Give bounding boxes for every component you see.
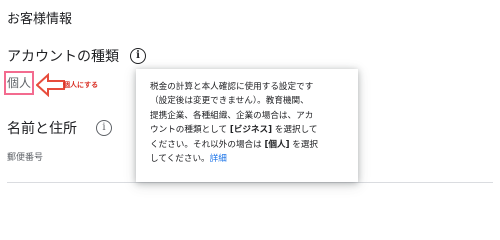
account-type-label: アカウントの種類 [7,49,119,65]
individual-option-text: [個人] [264,139,290,150]
tooltip-text: を選択して [272,125,318,136]
annotation-text: 個人にする [63,81,99,89]
business-option-text: [ビジネス] [229,125,273,136]
account-type-row: アカウントの種類 i [7,46,146,66]
account-type-value[interactable]: 個人 [4,71,34,95]
info-icon[interactable]: i [96,120,112,136]
tooltip-text: を選択 [289,139,319,150]
left-arrow-annotation-icon [36,73,65,97]
tooltip-line: ウントの種類として [ビジネス] を選択して [150,123,348,137]
tooltip-line: 提携企業、各種組織、企業の場合は、アカ [150,110,314,121]
account-type-tooltip: 税金の計算と本人確認に使用する設定です （設定後は変更できません）。教育機関、 … [136,69,358,182]
info-icon[interactable]: i [130,48,146,64]
tooltip-text: ウントの種類として [150,125,230,136]
tooltip-line: ください。それ以外の場合は [個人] を選択 [150,138,348,152]
tooltip-line: （設定後は変更できません）。教育機関、 [150,96,309,107]
tooltip-text: ください。それ以外の場合は [150,139,265,150]
divider [7,182,493,183]
learn-more-link[interactable]: 詳細 [210,154,227,164]
section-title: お客様情報 [7,12,73,27]
tooltip-line: 税金の計算と本人確認に使用する設定です [150,82,314,92]
name-address-label: 名前と住所 [7,121,77,137]
postal-code-label: 郵便番号 [7,153,44,163]
tooltip-line: してください。詳細 [150,152,348,166]
name-address-row: 名前と住所 i [7,118,112,138]
tooltip-text: してください。 [150,154,210,165]
